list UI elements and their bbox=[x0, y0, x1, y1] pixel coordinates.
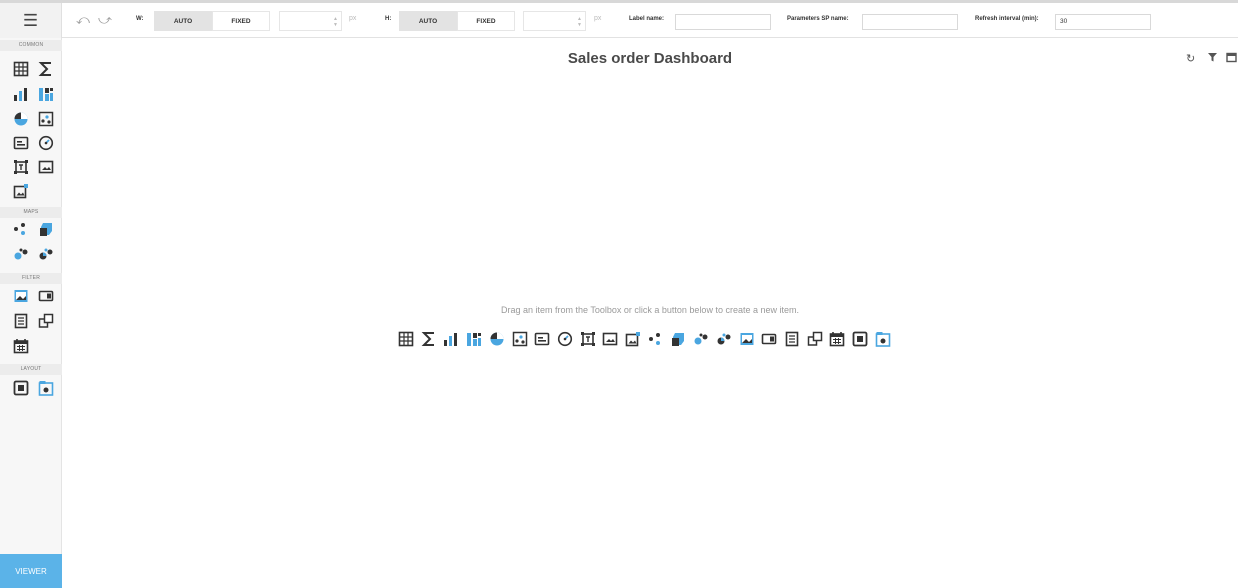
create-image-icon[interactable] bbox=[602, 331, 618, 347]
hamburger-icon[interactable]: ☰ bbox=[0, 3, 62, 38]
create-card-icon[interactable] bbox=[534, 331, 550, 347]
parameters-sp-label: Parameters SP name: bbox=[787, 16, 849, 22]
create-choropleth-icon[interactable] bbox=[670, 331, 686, 347]
redo-icon[interactable]: ⤻ bbox=[98, 12, 112, 28]
create-bubble-map-icon[interactable] bbox=[693, 331, 709, 347]
create-pie-map-icon[interactable] bbox=[716, 331, 732, 347]
parameters-sp-input[interactable] bbox=[862, 14, 958, 30]
toolbox-gauge-icon[interactable] bbox=[38, 135, 54, 151]
toolbox-choropleth-icon[interactable] bbox=[38, 221, 54, 237]
toolbox-pie-map-icon[interactable] bbox=[38, 246, 54, 262]
label-name-label: Label name: bbox=[629, 16, 665, 22]
create-text-box-icon[interactable] bbox=[580, 331, 596, 347]
create-gauge-icon[interactable] bbox=[557, 331, 573, 347]
toolbox-sidebar: COMMON MAPS FILTER LAYOUT VIEWER bbox=[0, 38, 62, 588]
create-grid-icon[interactable] bbox=[398, 331, 414, 347]
width-label: W: bbox=[136, 16, 144, 22]
create-tree-view-icon[interactable] bbox=[784, 331, 800, 347]
undo-icon[interactable]: ⤺ bbox=[76, 12, 90, 28]
toolbox-text-box-icon[interactable] bbox=[13, 159, 29, 175]
toolbox-stacked-bar-icon[interactable] bbox=[38, 86, 54, 102]
toolbox-tree-view-icon[interactable] bbox=[13, 313, 29, 329]
height-fixed-button[interactable]: FIXED bbox=[457, 11, 515, 31]
empty-dashboard-hint: Drag an item from the Toolbox or click a… bbox=[501, 305, 799, 315]
refresh-interval-input[interactable]: 30 bbox=[1055, 14, 1151, 30]
viewer-button[interactable]: VIEWER bbox=[0, 554, 62, 588]
width-auto-button[interactable]: AUTO bbox=[154, 11, 212, 31]
height-unit-label: px bbox=[594, 15, 602, 22]
toolbox-bar-chart-icon[interactable] bbox=[13, 86, 29, 102]
toolbox-list-box-icon[interactable] bbox=[38, 288, 54, 304]
refresh-icon[interactable]: ↻ bbox=[1186, 52, 1195, 65]
toolbox-group-icon[interactable] bbox=[13, 380, 29, 396]
height-label: H: bbox=[385, 16, 392, 22]
toolbox-pie-icon[interactable] bbox=[13, 111, 29, 127]
section-label-filter: FILTER bbox=[0, 273, 62, 284]
toolbox-combo-box-icon[interactable] bbox=[13, 288, 29, 304]
create-bound-image-icon[interactable] bbox=[625, 331, 641, 347]
toolbox-date-filter-icon[interactable] bbox=[13, 338, 29, 354]
section-label-layout: LAYOUT bbox=[0, 364, 62, 375]
create-tab-container-icon[interactable] bbox=[875, 331, 891, 347]
create-geo-point-icon[interactable] bbox=[648, 331, 664, 347]
toolbox-image-icon[interactable] bbox=[38, 159, 54, 175]
export-icon[interactable] bbox=[1226, 52, 1237, 63]
create-date-filter-icon[interactable] bbox=[829, 331, 845, 347]
width-fixed-button[interactable]: FIXED bbox=[212, 11, 270, 31]
toolbox-bubble-map-icon[interactable] bbox=[13, 246, 29, 262]
section-label-common: COMMON bbox=[0, 40, 62, 51]
create-stacked-bar-icon[interactable] bbox=[466, 331, 482, 347]
create-bar-chart-icon[interactable] bbox=[443, 331, 459, 347]
label-name-input[interactable] bbox=[675, 14, 771, 30]
dashboard-designer: ☰ ⤺ ⤻ W: AUTO FIXED ▲ ▼ px H: AUTO FIXED … bbox=[0, 0, 1238, 588]
toolbox-grid-icon[interactable] bbox=[13, 61, 29, 77]
height-auto-button[interactable]: AUTO bbox=[399, 11, 457, 31]
create-scatter-icon[interactable] bbox=[512, 331, 528, 347]
create-pie-icon[interactable] bbox=[489, 331, 505, 347]
create-group-icon[interactable] bbox=[852, 331, 868, 347]
toolbox-tab-container-icon[interactable] bbox=[38, 380, 54, 396]
refresh-interval-label: Refresh interval (min): bbox=[975, 16, 1039, 22]
toolbox-geo-point-icon[interactable] bbox=[13, 221, 29, 237]
toolbox-bound-image-icon[interactable] bbox=[13, 183, 29, 199]
section-label-maps: MAPS bbox=[0, 207, 62, 218]
filter-icon[interactable] bbox=[1207, 52, 1218, 63]
width-number-input[interactable]: ▲ ▼ bbox=[279, 11, 342, 31]
create-sum-icon[interactable] bbox=[421, 331, 437, 347]
toolbox-scatter-icon[interactable] bbox=[38, 111, 54, 127]
toolbox-range-filter-icon[interactable] bbox=[38, 313, 54, 329]
top-toolbar: ☰ ⤺ ⤻ W: AUTO FIXED ▲ ▼ px H: AUTO FIXED … bbox=[0, 0, 1238, 38]
toolbox-card-icon[interactable] bbox=[13, 135, 29, 151]
create-range-filter-icon[interactable] bbox=[807, 331, 823, 347]
width-unit-label: px bbox=[349, 15, 357, 22]
toolbox-sum-icon[interactable] bbox=[38, 61, 54, 77]
create-combo-box-icon[interactable] bbox=[739, 331, 755, 347]
dashboard-title[interactable]: Sales order Dashboard bbox=[62, 50, 1238, 67]
create-list-box-icon[interactable] bbox=[761, 331, 777, 347]
height-number-input[interactable]: ▲ ▼ bbox=[523, 11, 586, 31]
